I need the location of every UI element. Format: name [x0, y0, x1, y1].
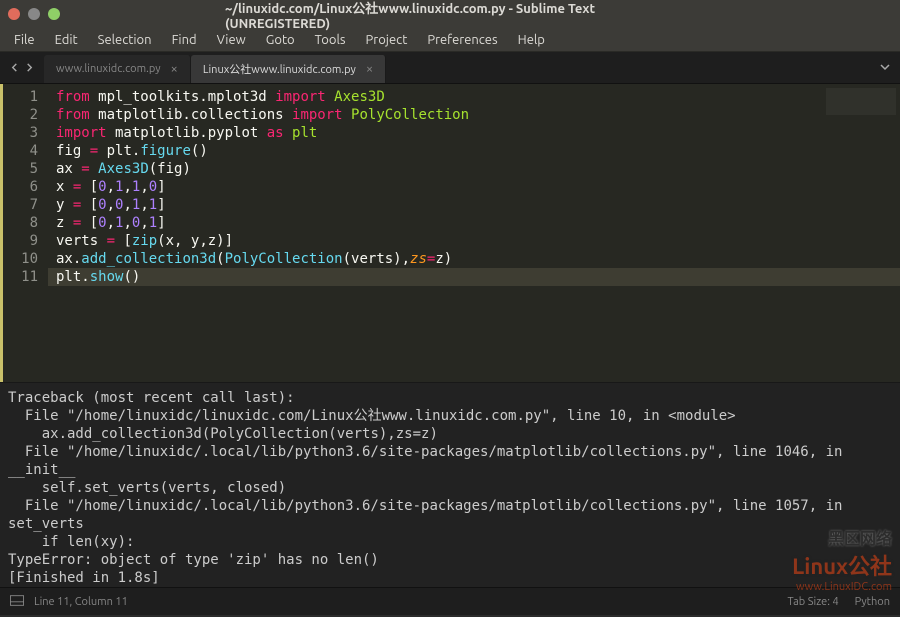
window-controls	[8, 8, 60, 20]
menu-find[interactable]: Find	[162, 30, 207, 50]
window-title: ~/linuxidc.com/Linux公社www.linuxidc.com.p…	[225, 0, 675, 31]
tab-active[interactable]: Linux公社www.linuxidc.com.py ×	[191, 55, 386, 83]
menu-preferences[interactable]: Preferences	[417, 30, 507, 50]
menubar: File Edit Selection Find View Goto Tools…	[0, 28, 900, 52]
code-line[interactable]: from mpl_toolkits.mplot3d import Axes3D	[48, 88, 900, 106]
code-area[interactable]: from mpl_toolkits.mplot3d import Axes3Df…	[48, 84, 900, 382]
menu-edit[interactable]: Edit	[45, 30, 88, 50]
panel-switcher-icon[interactable]	[10, 595, 24, 609]
status-indent[interactable]: Tab Size: 4	[787, 596, 838, 608]
close-icon[interactable]: ×	[171, 62, 178, 76]
menu-view[interactable]: View	[207, 30, 256, 50]
gutter: 1234567891011	[0, 84, 48, 382]
tab-history-nav	[0, 52, 44, 83]
code-line[interactable]: x = [0,1,1,0]	[48, 178, 900, 196]
code-line[interactable]: y = [0,0,1,1]	[48, 196, 900, 214]
menu-file[interactable]: File	[4, 30, 45, 50]
statusbar: Line 11, Column 11 Tab Size: 4 Python	[0, 587, 900, 615]
menu-selection[interactable]: Selection	[88, 30, 162, 50]
menu-project[interactable]: Project	[356, 30, 418, 50]
code-line[interactable]: ax.add_collection3d(PolyCollection(verts…	[48, 250, 900, 268]
tab-forward-icon[interactable]	[25, 61, 34, 75]
code-line[interactable]: fig = plt.figure()	[48, 142, 900, 160]
menu-goto[interactable]: Goto	[256, 30, 305, 50]
code-line[interactable]: z = [0,1,0,1]	[48, 214, 900, 232]
maximize-icon[interactable]	[48, 8, 60, 20]
tab-inactive[interactable]: www.linuxidc.com.py ×	[44, 55, 191, 83]
build-output[interactable]: Traceback (most recent call last): File …	[0, 382, 900, 587]
tab-back-icon[interactable]	[10, 61, 19, 75]
editor[interactable]: 1234567891011 from mpl_toolkits.mplot3d …	[0, 84, 900, 382]
minimize-icon[interactable]	[28, 8, 40, 20]
status-position[interactable]: Line 11, Column 11	[34, 596, 128, 608]
tab-overflow-icon[interactable]	[880, 61, 890, 75]
titlebar: ~/linuxidc.com/Linux公社www.linuxidc.com.p…	[0, 0, 900, 28]
code-line[interactable]: verts = [zip(x, y,z)]	[48, 232, 900, 250]
menu-help[interactable]: Help	[508, 30, 555, 50]
code-line[interactable]: from matplotlib.collections import PolyC…	[48, 106, 900, 124]
close-icon[interactable]	[8, 8, 20, 20]
tabbar: www.linuxidc.com.py × Linux公社www.linuxid…	[0, 52, 900, 84]
code-line[interactable]: plt.show()	[48, 268, 900, 286]
tab-label: Linux公社www.linuxidc.com.py	[203, 61, 356, 77]
status-syntax[interactable]: Python	[855, 596, 890, 608]
tab-label: www.linuxidc.com.py	[56, 63, 161, 75]
close-icon[interactable]: ×	[366, 62, 373, 76]
code-line[interactable]: ax = Axes3D(fig)	[48, 160, 900, 178]
menu-tools[interactable]: Tools	[305, 30, 356, 50]
code-line[interactable]: import matplotlib.pyplot as plt	[48, 124, 900, 142]
